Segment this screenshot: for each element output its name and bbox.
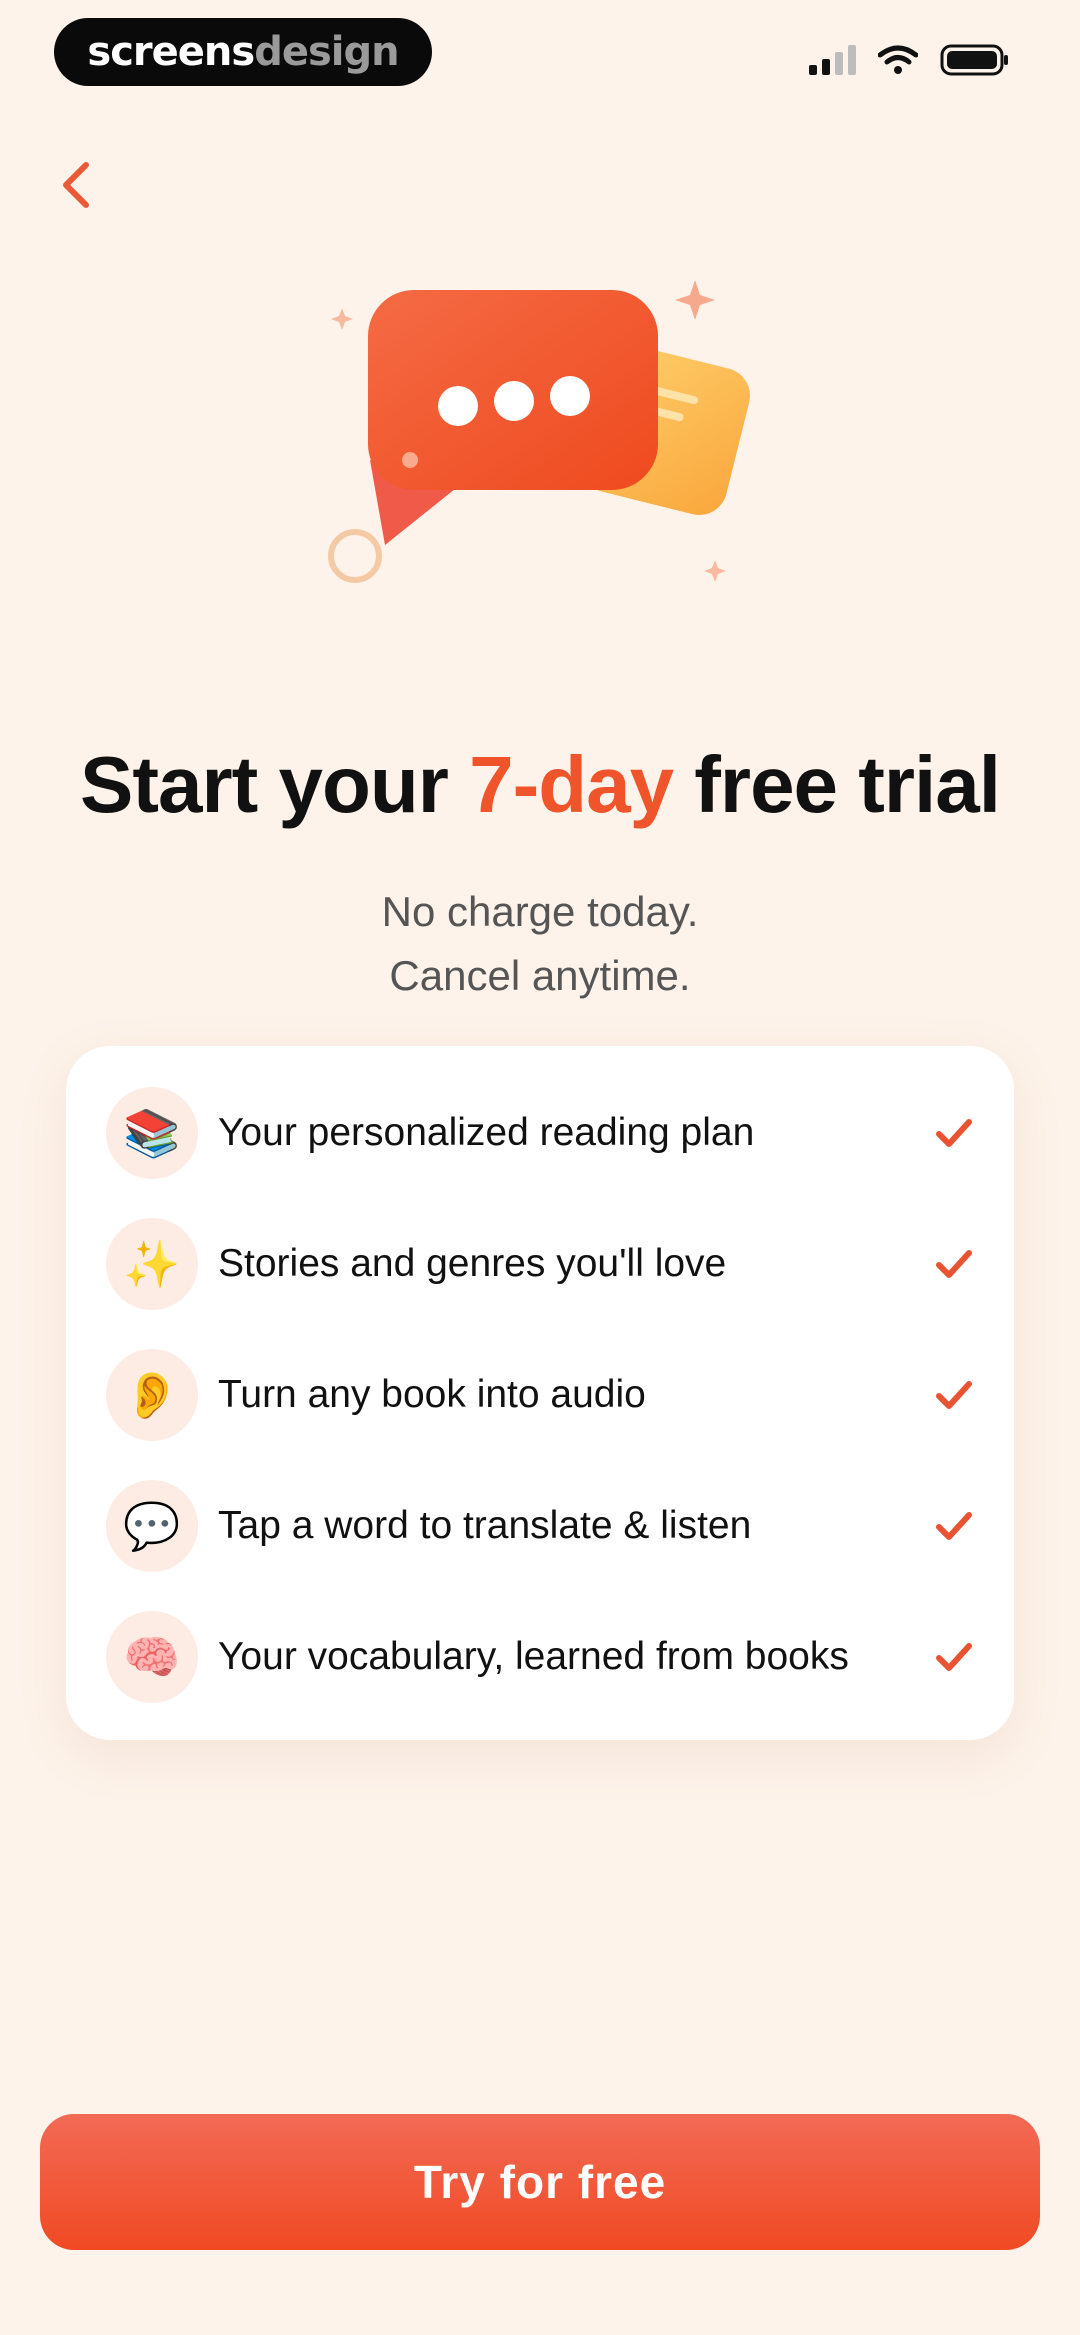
watermark-part2: design bbox=[254, 29, 399, 75]
feature-label: Stories and genres you'll love bbox=[218, 1242, 727, 1285]
feature-row: 🧠 Your vocabulary, learned from books bbox=[106, 1611, 974, 1703]
title-accent: 7-day bbox=[469, 740, 674, 829]
subtitle-line1: No charge today. bbox=[381, 888, 699, 935]
watermark-part1: screens bbox=[87, 29, 255, 75]
page-title: Start your 7-day free trial bbox=[0, 735, 1080, 835]
feature-label: Tap a word to translate & listen bbox=[218, 1504, 752, 1547]
checkmark-icon bbox=[936, 1381, 972, 1409]
feature-label: Your vocabulary, learned from books bbox=[218, 1635, 849, 1678]
subtitle: No charge today. Cancel anytime. bbox=[0, 880, 1080, 1008]
speech-bubble-icon: 💬 bbox=[106, 1480, 198, 1572]
feature-row: 📚 Your personalized reading plan bbox=[106, 1087, 974, 1179]
screensdesign-watermark: screens design bbox=[54, 18, 432, 86]
feature-label: Your personalized reading plan bbox=[218, 1111, 755, 1154]
feature-row: ✨ Stories and genres you'll love bbox=[106, 1218, 974, 1310]
back-button[interactable] bbox=[52, 150, 102, 220]
chat-bubbles-illustration bbox=[328, 280, 750, 583]
wifi-icon bbox=[878, 45, 918, 74]
checkmark-icon bbox=[936, 1119, 972, 1147]
cellular-signal-icon bbox=[809, 45, 856, 75]
features-card: 📚 Your personalized reading plan ✨ Stori… bbox=[66, 1046, 1014, 1740]
title-prefix: Start your bbox=[80, 740, 470, 829]
brain-icon: 🧠 bbox=[106, 1611, 198, 1703]
feature-label: Turn any book into audio bbox=[218, 1373, 646, 1416]
try-for-free-button[interactable]: Try for free bbox=[40, 2114, 1040, 2250]
subtitle-line2: Cancel anytime. bbox=[389, 952, 691, 999]
sparkles-icon: ✨ bbox=[106, 1218, 198, 1310]
feature-row: 💬 Tap a word to translate & listen bbox=[106, 1480, 974, 1572]
checkmark-icon bbox=[936, 1250, 972, 1278]
feature-row: 👂 Turn any book into audio bbox=[106, 1349, 974, 1441]
status-bar bbox=[809, 40, 1010, 80]
books-icon: 📚 bbox=[106, 1087, 198, 1179]
battery-icon bbox=[940, 44, 1008, 76]
title-suffix: free trial bbox=[673, 740, 1001, 829]
checkmark-icon bbox=[936, 1643, 972, 1671]
chevron-left-icon bbox=[63, 162, 89, 208]
ear-icon: 👂 bbox=[106, 1349, 198, 1441]
checkmark-icon bbox=[936, 1512, 972, 1540]
